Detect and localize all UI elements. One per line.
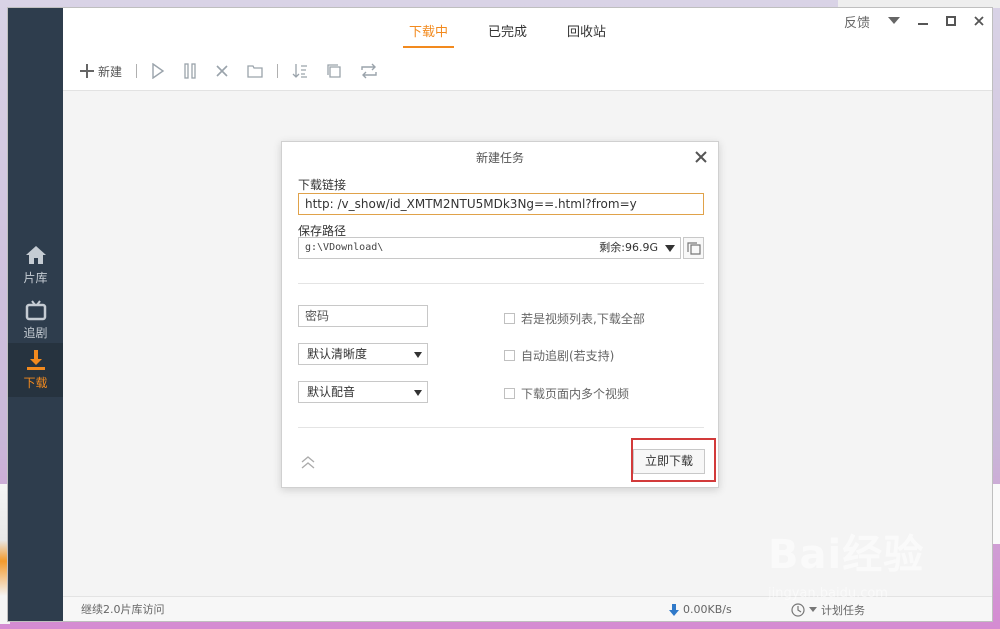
copy-icon (327, 64, 341, 78)
new-task-button[interactable]: 新建 (79, 60, 122, 82)
pause-icon (184, 63, 196, 79)
start-button[interactable] (151, 60, 165, 82)
url-label: 下载链接 (298, 178, 347, 192)
repeat-icon (361, 63, 377, 79)
copy-button[interactable] (326, 60, 342, 82)
pause-button[interactable] (183, 60, 197, 82)
plus-icon (80, 64, 94, 78)
scheduled-task-label: 计划任务 (821, 604, 865, 617)
play-icon (152, 63, 165, 79)
free-space: 剩余:96.9G (599, 241, 658, 254)
multi-video-checkbox[interactable] (504, 388, 515, 399)
maximize-button[interactable] (946, 13, 956, 29)
header: 下载中 已完成 回收站 反馈 新建 (63, 8, 992, 91)
option-auto-follow[interactable]: 自动追剧(若支持) (504, 347, 614, 364)
dialog-title: 新建任务 (475, 151, 524, 165)
close-button[interactable] (974, 13, 984, 29)
refresh-button[interactable] (360, 60, 378, 82)
arrow-down-icon (669, 603, 679, 616)
delete-button[interactable] (215, 60, 229, 82)
save-path-value: g:\VDownload\ (305, 242, 384, 253)
download-speed-value: 0.00KB/s (683, 603, 732, 616)
sidebar-item-label: 追剧 (23, 326, 48, 340)
open-folder-button[interactable] (247, 60, 263, 82)
tv-icon (25, 300, 46, 321)
multi-video-label: 下载页面内多个视频 (521, 387, 630, 401)
auto-follow-checkbox[interactable] (504, 350, 515, 361)
sidebar-item-label: 下载 (23, 376, 48, 390)
sidebar-item-library[interactable]: 片库 (8, 238, 63, 292)
maximize-icon (946, 16, 956, 26)
tab-completed[interactable]: 已完成 (482, 18, 533, 48)
chevron-down-icon (414, 390, 422, 396)
download-list-label: 若是视频列表,下载全部 (521, 312, 645, 326)
toolbar-divider (277, 64, 279, 78)
chevron-down-icon (809, 607, 817, 612)
quality-select[interactable]: 默认清晰度 (298, 343, 428, 365)
sidebar-item-download[interactable]: 下载 (8, 343, 63, 397)
divider (298, 283, 704, 284)
browse-folder-button[interactable] (683, 237, 704, 259)
toolbar-divider (136, 64, 138, 78)
tab-downloading[interactable]: 下载中 (403, 18, 455, 48)
desktop-background-strip (838, 0, 1000, 8)
save-path-field[interactable]: g:\VDownload\ 剩余:96.9G (298, 237, 681, 259)
folder-icon (247, 65, 263, 78)
watermark-url: jingyan.baidu.com (768, 586, 888, 601)
option-multi-video[interactable]: 下载页面内多个视频 (504, 385, 629, 402)
download-list-checkbox[interactable] (504, 313, 515, 324)
home-icon (25, 246, 46, 264)
scheduled-task-button[interactable]: 计划任务 (791, 602, 865, 618)
watermark: Bai经验 jingyan.baidu.com (768, 522, 925, 601)
close-icon (974, 16, 984, 26)
tab-recycle-bin[interactable]: 回收站 (561, 18, 612, 48)
tab-bar: 下载中 已完成 回收站 (403, 18, 612, 48)
x-icon (216, 65, 228, 77)
new-task-dialog: 新建任务 下载链接 http: /v_show/id_XMTM2NTU5MDk3… (281, 141, 719, 488)
highlight-annotation (631, 438, 716, 482)
new-task-label: 新建 (98, 64, 123, 79)
password-input[interactable]: 密码 (298, 305, 428, 327)
watermark-logo: Bai经验 (768, 532, 925, 578)
sort-button[interactable] (292, 60, 308, 82)
menu-dropdown-button[interactable] (888, 13, 900, 29)
url-input[interactable]: http: /v_show/id_XMTM2NTU5MDk3Ng==.html?… (298, 193, 704, 215)
option-download-list[interactable]: 若是视频列表,下载全部 (504, 310, 645, 327)
chevron-down-icon (414, 352, 422, 358)
collapse-chevron-icon[interactable] (300, 454, 316, 470)
clock-icon (791, 603, 805, 617)
status-message: 继续2.0片库访问 (81, 603, 165, 616)
feedback-button[interactable]: 反馈 (844, 13, 870, 31)
path-dropdown-icon[interactable] (665, 245, 675, 252)
window-controls: 反馈 (844, 13, 984, 31)
sidebar-item-label: 片库 (23, 271, 48, 285)
triangle-down-icon (888, 17, 900, 24)
download-icon (26, 350, 45, 370)
sort-icon (292, 64, 308, 78)
download-speed: 0.00KB/s (669, 603, 732, 616)
audio-select[interactable]: 默认配音 (298, 381, 428, 403)
quality-select-value: 默认清晰度 (307, 347, 368, 361)
folder-copy-icon (686, 241, 701, 255)
divider (298, 427, 704, 428)
sidebar: 片库 追剧 下载 (8, 8, 63, 621)
toolbar: 新建 (79, 60, 378, 82)
close-icon[interactable] (694, 150, 708, 164)
auto-follow-label: 自动追剧(若支持) (521, 349, 615, 363)
minimize-button[interactable] (918, 13, 928, 29)
minimize-icon (918, 23, 928, 25)
audio-select-value: 默认配音 (307, 385, 356, 399)
sidebar-item-follow[interactable]: 追剧 (8, 293, 63, 347)
